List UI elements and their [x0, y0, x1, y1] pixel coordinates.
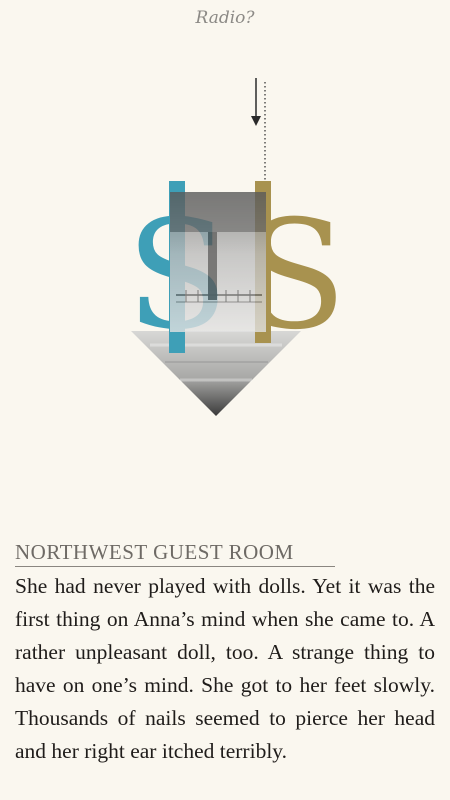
dollar-arrow-illustration: S S	[126, 78, 347, 416]
down-arrow-icon	[251, 78, 261, 126]
game-screen: Radio? S NORTHWEST GUEST ROOM She had ne…	[0, 0, 450, 800]
story-text: She had never played with dolls. Yet it …	[15, 574, 435, 763]
location-heading: NORTHWEST GUEST ROOM	[15, 539, 335, 567]
photo-overlay	[170, 192, 266, 332]
